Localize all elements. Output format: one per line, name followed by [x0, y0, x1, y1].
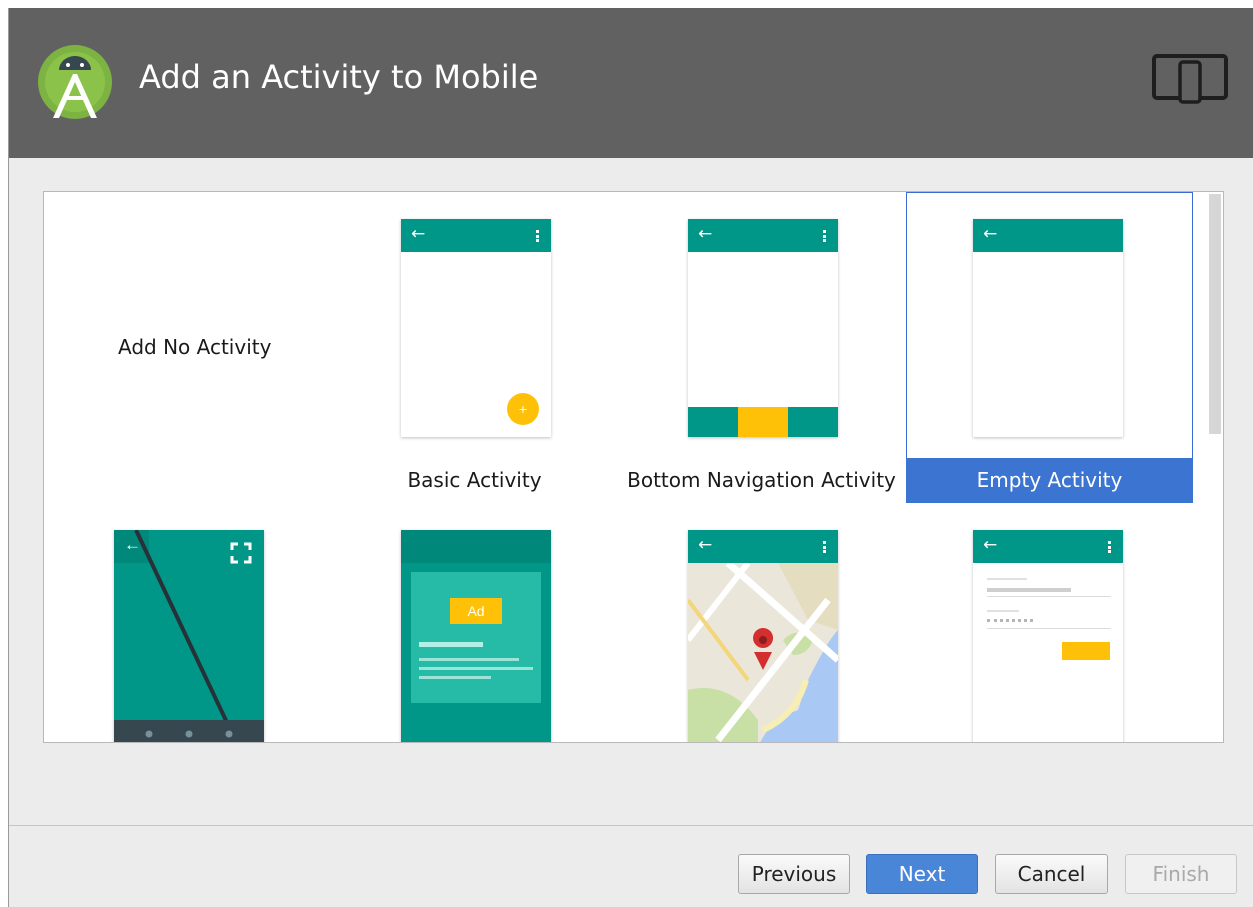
overflow-menu-icon	[823, 541, 826, 553]
tile-maps-activity[interactable]: ←	[618, 503, 905, 742]
tile-bottom-navigation-activity[interactable]: ← Bottom Navigation Activity	[618, 192, 905, 503]
dialog-window: Add an Activity to Mobile Add No Activit…	[8, 8, 1253, 907]
activity-gallery[interactable]: Add No Activity ← + Basic Activity ← Bot…	[43, 191, 1224, 743]
tile-empty-activity[interactable]: ← Empty Activity	[906, 192, 1193, 503]
ad-badge: Ad	[450, 598, 502, 624]
previous-button[interactable]: Previous	[738, 854, 850, 894]
overflow-menu-icon	[536, 230, 539, 242]
back-arrow-icon: ←	[411, 224, 426, 244]
dialog-title: Add an Activity to Mobile	[139, 58, 539, 96]
overflow-menu-icon	[1108, 541, 1111, 553]
tile-login-activity[interactable]: ←	[906, 503, 1193, 742]
dialog-header: Add an Activity to Mobile	[9, 8, 1253, 158]
empty-activity-preview: ←	[973, 219, 1123, 437]
next-button[interactable]: Next	[866, 854, 978, 894]
ad-card: Ad	[411, 572, 541, 703]
tile-label: Empty Activity	[906, 458, 1193, 503]
app-bar: ←	[688, 219, 838, 252]
finish-button[interactable]: Finish	[1125, 854, 1237, 894]
tile-add-no-activity[interactable]: Add No Activity	[44, 192, 331, 503]
tile-label: Add No Activity	[118, 335, 272, 359]
login-preview: ←	[973, 530, 1123, 742]
cancel-button[interactable]: Cancel	[995, 854, 1108, 894]
tile-admob-activity[interactable]: Ad	[331, 503, 618, 742]
app-bar: ←	[973, 219, 1123, 252]
tile-label: Bottom Navigation Activity	[627, 468, 896, 492]
back-arrow-icon: ←	[983, 535, 998, 555]
app-bar: ←	[688, 530, 838, 563]
back-arrow-icon: ←	[698, 535, 713, 555]
basic-activity-preview: ← +	[401, 219, 551, 437]
back-arrow-icon: ←	[124, 535, 141, 554]
phone-tablet-device-icon	[1152, 54, 1228, 104]
sign-in-button-graphic	[1062, 642, 1110, 660]
back-arrow-icon: ←	[698, 224, 713, 244]
tile-basic-activity[interactable]: ← + Basic Activity	[331, 192, 618, 503]
app-bar: ←	[973, 530, 1123, 563]
android-studio-logo-icon	[38, 45, 112, 119]
bottom-nav-bar	[688, 407, 838, 437]
bottom-navigation-preview: ←	[688, 219, 838, 437]
maps-preview: ←	[688, 530, 838, 742]
tile-label: Basic Activity	[407, 468, 542, 492]
tile-fullscreen-activity[interactable]: ←	[44, 503, 331, 742]
app-bar: ←	[401, 219, 551, 252]
fullscreen-preview: ←	[114, 530, 264, 742]
footer-divider	[9, 825, 1253, 826]
fab-icon: +	[507, 393, 539, 425]
admob-preview: Ad	[401, 530, 551, 742]
fullscreen-icon	[230, 542, 252, 564]
back-arrow-icon: ←	[983, 224, 998, 244]
gallery-scrollbar-thumb[interactable]	[1209, 194, 1221, 434]
overflow-menu-icon	[823, 230, 826, 242]
app-bar	[401, 530, 551, 563]
